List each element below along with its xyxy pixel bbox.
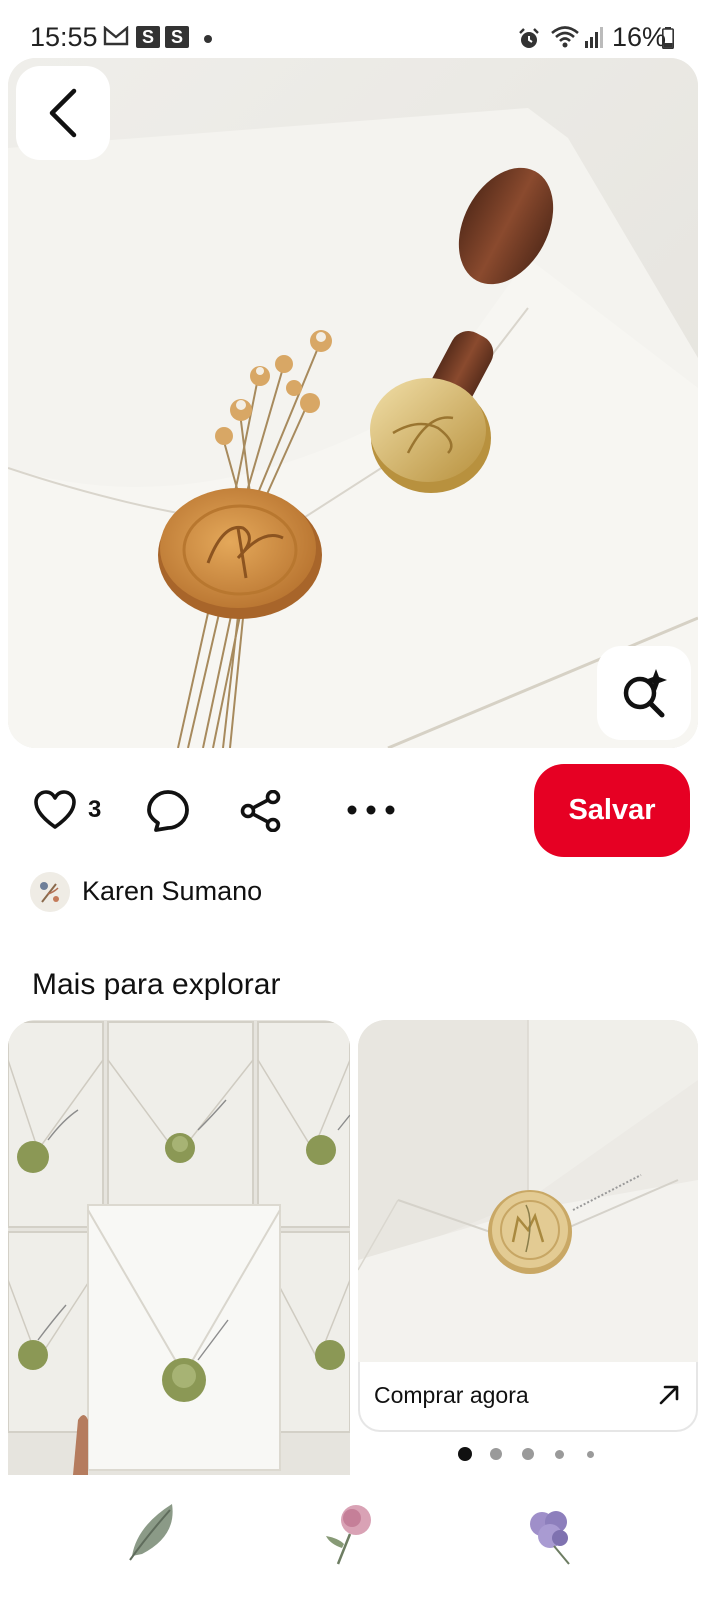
s-badge-icon: S bbox=[136, 26, 160, 48]
shop-now-label: Comprar agora bbox=[374, 1382, 529, 1408]
gold-seal-envelope-photo bbox=[358, 1020, 698, 1362]
bottom-nav bbox=[0, 1476, 720, 1600]
purple-flower-icon[interactable] bbox=[514, 1496, 584, 1566]
author-avatar[interactable] bbox=[30, 872, 70, 912]
rose-icon[interactable] bbox=[318, 1496, 388, 1566]
wax-seal-envelope-photo bbox=[8, 58, 698, 748]
shop-now-bar[interactable]: Comprar agora bbox=[358, 1362, 698, 1432]
pin-image[interactable] bbox=[8, 58, 698, 748]
alarm-icon bbox=[519, 28, 539, 48]
visual-search-button[interactable] bbox=[597, 646, 691, 740]
like-count: 3 bbox=[88, 796, 102, 823]
comment-icon[interactable] bbox=[146, 789, 190, 833]
carousel-dot bbox=[555, 1450, 564, 1459]
avatar-illustration-icon bbox=[30, 872, 70, 912]
more-options-icon[interactable] bbox=[346, 800, 396, 820]
save-button[interactable]: Salvar bbox=[534, 764, 690, 857]
author-name[interactable]: Karen Sumano bbox=[82, 876, 262, 907]
leaf-icon[interactable] bbox=[122, 1496, 192, 1566]
explore-section-title: Mais para explorar bbox=[32, 968, 281, 1001]
green-seal-envelopes-photo bbox=[8, 1020, 350, 1475]
carousel-dot bbox=[522, 1448, 534, 1460]
back-button[interactable] bbox=[16, 66, 110, 160]
share-icon[interactable] bbox=[240, 790, 282, 832]
visual-search-icon bbox=[623, 669, 667, 718]
battery-percent: 16% bbox=[612, 22, 667, 52]
s-badge-icon: S bbox=[165, 26, 189, 48]
explore-product-card[interactable] bbox=[358, 1020, 698, 1362]
heart-icon[interactable] bbox=[34, 790, 76, 830]
carousel-dot bbox=[587, 1451, 594, 1458]
signal-icon bbox=[585, 27, 603, 48]
explore-pin-card[interactable] bbox=[8, 1020, 350, 1475]
chevron-left-icon bbox=[49, 88, 77, 138]
notification-dot-icon bbox=[204, 35, 212, 43]
status-bar: 15:55 S S 16% bbox=[0, 0, 720, 60]
wifi-icon bbox=[551, 26, 579, 48]
arrow-up-right-icon bbox=[659, 1385, 679, 1405]
status-time: 15:55 bbox=[30, 22, 98, 52]
carousel-dot-active bbox=[458, 1447, 472, 1461]
gmail-icon bbox=[103, 26, 129, 46]
carousel-dot bbox=[490, 1448, 502, 1460]
battery-icon bbox=[662, 27, 674, 49]
